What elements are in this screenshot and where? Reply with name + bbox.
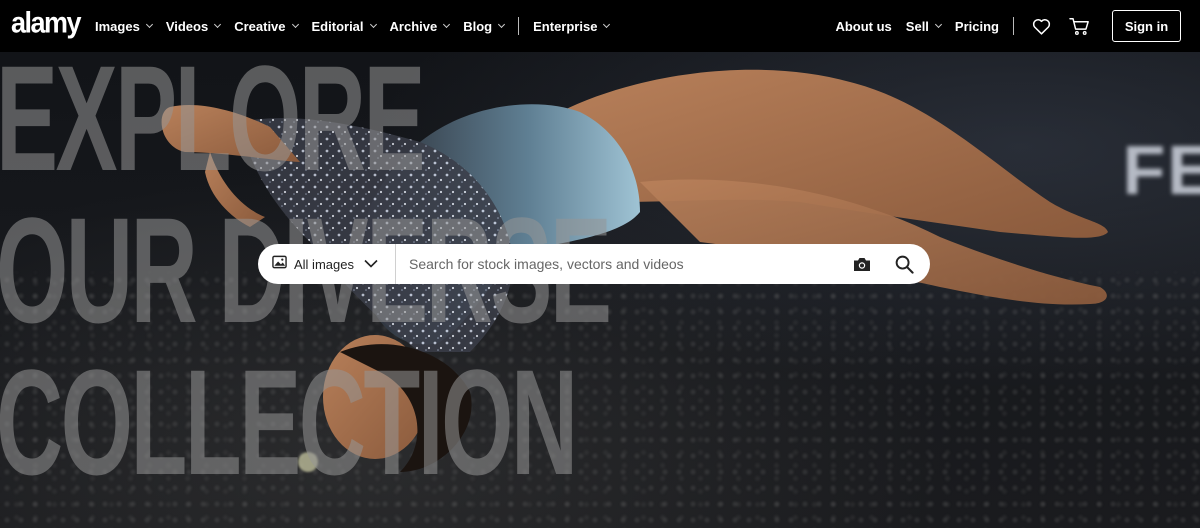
secondary-menu: About us Sell Pricing Sign in xyxy=(835,0,1200,52)
nav-label: Videos xyxy=(165,18,209,34)
nav-label: Sell xyxy=(905,18,929,34)
primary-menu: Images Videos Creative Editorial Archive… xyxy=(95,0,623,52)
chevron-down-icon xyxy=(214,20,222,29)
nav-item-sell[interactable]: Sell xyxy=(905,18,942,34)
heart-icon[interactable] xyxy=(1032,18,1051,35)
chevron-down-icon xyxy=(291,20,299,29)
hero-banner: FE Explore o xyxy=(0,52,1200,528)
search-input[interactable] xyxy=(396,244,853,284)
nav-item-archive[interactable]: Archive xyxy=(389,18,451,34)
chevron-down-icon xyxy=(498,20,506,29)
headline-line: collection xyxy=(0,338,578,506)
nav-item-pricing[interactable]: Pricing xyxy=(955,19,999,34)
chevron-down-icon xyxy=(934,20,942,29)
top-nav: alamy Images Videos Creative Editorial A… xyxy=(0,0,1200,52)
nav-label: Pricing xyxy=(954,18,999,34)
chevron-down-icon xyxy=(443,20,451,29)
nav-divider xyxy=(1013,17,1014,35)
chevron-down-icon xyxy=(369,20,377,29)
chevron-down-icon xyxy=(364,255,378,273)
cart-icon[interactable] xyxy=(1069,17,1090,36)
nav-item-videos[interactable]: Videos xyxy=(165,18,222,34)
alamy-logo[interactable]: alamy xyxy=(11,7,82,39)
nav-label: Images xyxy=(95,18,140,34)
chevron-down-icon xyxy=(145,20,153,29)
camera-icon[interactable] xyxy=(853,257,871,272)
nav-item-editorial[interactable]: Editorial xyxy=(311,18,377,34)
search-bar: All images xyxy=(258,244,930,284)
nav-label: Blog xyxy=(463,18,493,34)
search-scope-dropdown[interactable]: All images xyxy=(258,244,396,284)
nav-label: About us xyxy=(835,18,892,34)
nav-item-images[interactable]: Images xyxy=(95,18,153,34)
nav-item-about[interactable]: About us xyxy=(835,19,891,34)
search-scope-label: All images xyxy=(294,256,354,272)
nav-item-enterprise[interactable]: Enterprise xyxy=(533,18,611,34)
nav-label: Editorial xyxy=(311,18,364,34)
nav-label: Enterprise xyxy=(533,18,598,34)
nav-label: Archive xyxy=(389,18,438,34)
nav-item-blog[interactable]: Blog xyxy=(463,18,506,34)
nav-divider xyxy=(518,17,520,35)
nav-item-creative[interactable]: Creative xyxy=(234,18,299,34)
sign-in-button[interactable]: Sign in xyxy=(1112,10,1181,42)
search-icon[interactable] xyxy=(895,255,914,274)
headline-line: Explore xyxy=(0,52,426,202)
image-icon xyxy=(272,255,287,274)
nav-label: Creative xyxy=(234,18,286,34)
chevron-down-icon xyxy=(603,20,611,29)
